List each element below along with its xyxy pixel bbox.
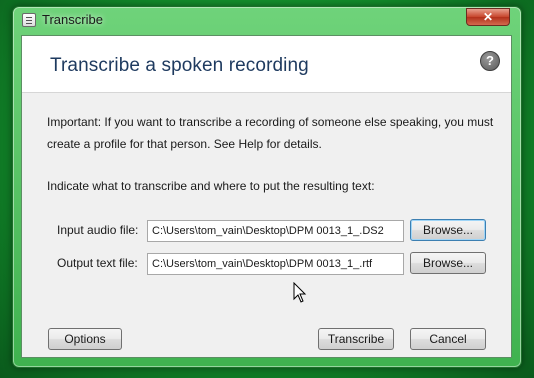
transcribe-window: Transcribe ✕ Transcribe a spoken recordi… — [12, 6, 522, 368]
dialog-body: Transcribe a spoken recording ? Importan… — [21, 35, 512, 358]
important-note-line-2: create a profile for that person. See He… — [47, 137, 322, 151]
input-audio-field[interactable]: C:\Users\tom_vain\Desktop\DPM 0013_1_.DS… — [147, 220, 404, 242]
input-audio-label: Input audio file: — [57, 223, 139, 237]
options-button[interactable]: Options — [48, 328, 122, 350]
browse-output-button[interactable]: Browse... — [410, 252, 486, 274]
cancel-button[interactable]: Cancel — [410, 328, 486, 350]
close-button[interactable]: ✕ — [466, 8, 510, 26]
page-title: Transcribe a spoken recording — [50, 55, 309, 76]
dialog-header: Transcribe a spoken recording ? — [22, 36, 511, 93]
title-bar[interactable]: Transcribe ✕ — [13, 7, 521, 33]
instruction-text: Indicate what to transcribe and where to… — [47, 179, 375, 193]
output-text-label: Output text file: — [57, 256, 138, 270]
document-icon — [22, 13, 36, 27]
help-icon[interactable]: ? — [480, 51, 500, 71]
window-title: Transcribe — [42, 12, 103, 27]
important-note-line-1: Important: If you want to transcribe a r… — [47, 115, 494, 129]
browse-input-button[interactable]: Browse... — [410, 219, 486, 241]
output-text-field[interactable]: C:\Users\tom_vain\Desktop\DPM 0013_1_.rt… — [147, 253, 404, 275]
mouse-pointer-icon — [293, 282, 307, 303]
transcribe-button[interactable]: Transcribe — [318, 328, 394, 350]
close-icon: ✕ — [482, 10, 494, 24]
